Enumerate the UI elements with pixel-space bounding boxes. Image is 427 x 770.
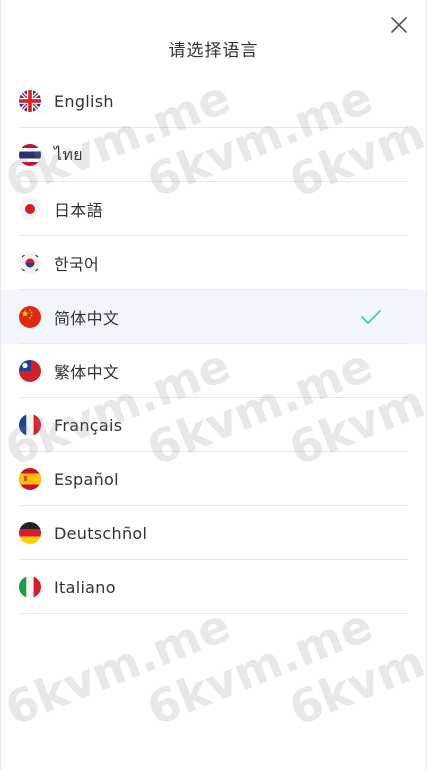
- language-label: Deutschñol: [54, 523, 148, 543]
- language-item-simplified-chinese[interactable]: 简体中文: [1, 290, 426, 344]
- language-item-english[interactable]: English: [1, 74, 426, 128]
- language-item-thai[interactable]: ไทย: [1, 128, 426, 182]
- uk-flag-icon: [19, 90, 41, 112]
- close-button[interactable]: [388, 14, 410, 36]
- language-label: English: [54, 91, 114, 111]
- language-label: Italiano: [54, 577, 116, 597]
- language-picker-panel: 请选择语言 English ไทย 日本語 한국어 简体中文 繁体中文 Fran…: [0, 0, 427, 770]
- language-label: 日本語: [54, 201, 103, 220]
- germany-flag-icon: [19, 522, 41, 544]
- spain-flag-icon: [19, 468, 41, 490]
- language-item-german[interactable]: Deutschñol: [1, 506, 426, 560]
- language-item-spanish[interactable]: Español: [1, 452, 426, 506]
- language-label: 한국어: [54, 255, 100, 274]
- language-item-italian[interactable]: Italiano: [1, 560, 426, 614]
- language-label: ไทย: [54, 144, 83, 164]
- language-label: Español: [54, 469, 119, 489]
- france-flag-icon: [19, 414, 41, 436]
- language-item-japanese[interactable]: 日本語: [1, 182, 426, 236]
- korea-flag-icon: [19, 252, 41, 274]
- language-label: 繁体中文: [54, 363, 120, 382]
- close-icon: [391, 17, 407, 33]
- language-label: 简体中文: [54, 309, 120, 328]
- italy-flag-icon: [19, 576, 41, 598]
- japan-flag-icon: [19, 198, 41, 220]
- language-item-traditional-chinese[interactable]: 繁体中文: [1, 344, 426, 398]
- taiwan-flag-icon: [19, 360, 41, 382]
- watermark: 6kvm.me: [0, 597, 238, 737]
- watermark: 6kvm.me: [281, 597, 427, 737]
- language-item-french[interactable]: Français: [1, 398, 426, 452]
- language-list: English ไทย 日本語 한국어 简体中文 繁体中文 Français E…: [1, 74, 426, 614]
- thailand-flag-icon: [19, 144, 41, 166]
- language-item-korean[interactable]: 한국어: [1, 236, 426, 290]
- check-icon: [360, 308, 382, 326]
- watermark: 6kvm.me: [139, 597, 380, 737]
- page-title: 请选择语言: [168, 41, 259, 61]
- china-flag-icon: [19, 306, 41, 328]
- language-label: Français: [54, 415, 123, 435]
